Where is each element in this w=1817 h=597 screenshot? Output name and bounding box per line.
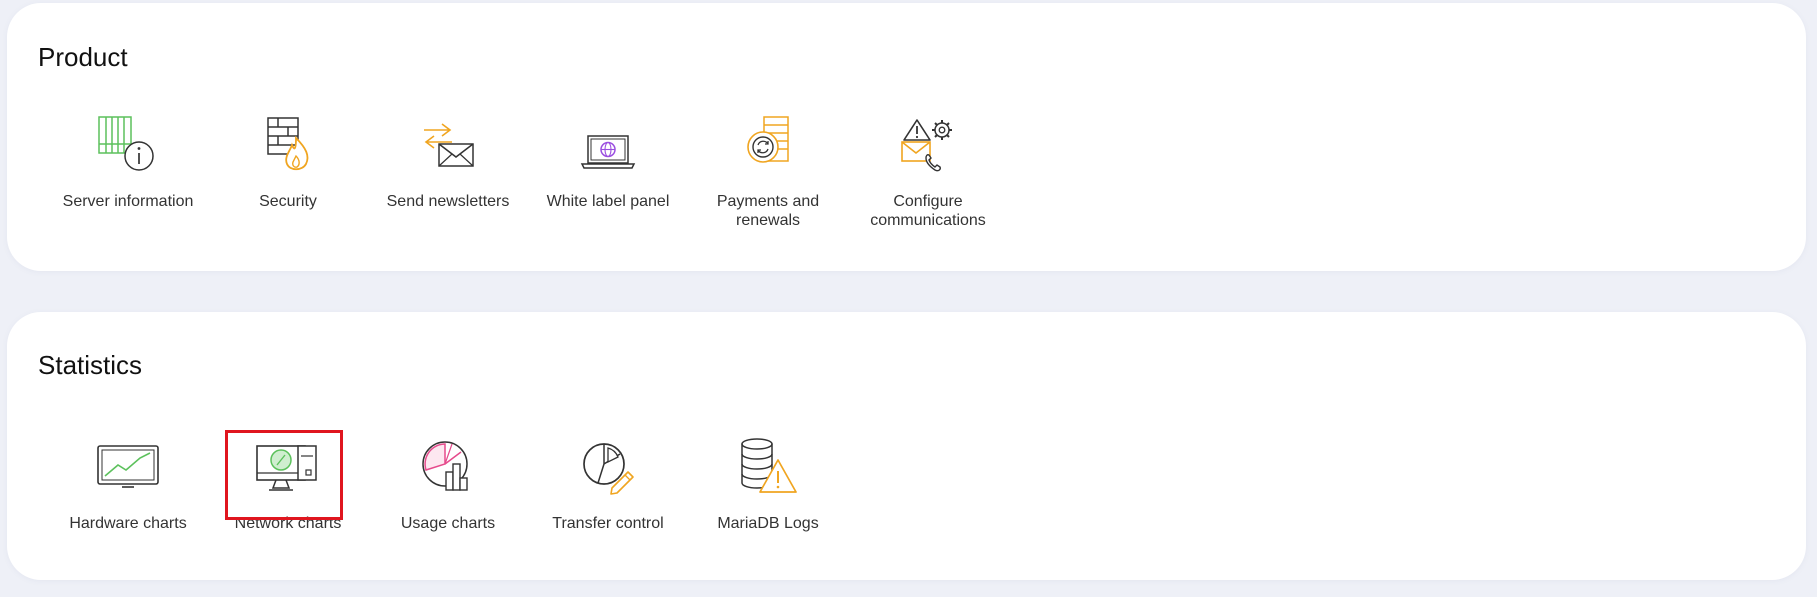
tile-network-charts[interactable]: Network charts [208,430,368,533]
firewall-icon [267,117,309,171]
tile-transfer-control[interactable]: Transfer control [528,436,688,533]
statistics-section: Statistics Hardware charts Network chart… [7,312,1806,580]
tile-mariadb-logs[interactable]: MariaDB Logs [688,436,848,533]
product-section: Product Server information Security Send… [7,3,1806,271]
tile-label: Configure communications [870,193,986,229]
tile-label: Security [259,193,317,210]
tile-configure-communications[interactable]: Configure communications [848,114,1008,230]
tile-send-newsletters[interactable]: Send newsletters [368,114,528,230]
newsletter-icon [424,123,474,167]
server-info-icon [98,116,154,171]
tile-usage-charts[interactable]: Usage charts [368,436,528,533]
tile-label: Send newsletters [386,193,510,210]
tile-label: Usage charts [400,515,496,532]
tile-payments-and-renewals[interactable]: Payments and renewals [688,114,848,230]
tile-label: White label panel [546,193,670,210]
payments-renewals-icon [747,116,789,163]
tile-label: Payments and renewals [716,193,820,229]
tile-hardware-charts[interactable]: Hardware charts [48,436,208,533]
statistics-tiles: Hardware charts Network charts Usage cha… [48,430,848,533]
tile-server-information[interactable]: Server information [48,114,208,230]
network-chart-icon [256,445,317,491]
usage-chart-icon [422,441,468,491]
tile-white-label-panel[interactable]: White label panel [528,114,688,230]
communications-config-icon [901,119,952,172]
hardware-chart-icon [97,445,159,488]
database-warning-icon [741,438,797,493]
section-title-statistics: Statistics [38,350,143,380]
tile-label: Server information [62,193,194,210]
tile-label: Transfer control [552,515,664,532]
transfer-control-icon [583,443,634,495]
tile-security[interactable]: Security [208,114,368,230]
product-tiles: Server information Security Send newslet… [48,114,1008,230]
tile-label: Hardware charts [69,515,187,532]
section-title-product: Product [38,42,128,72]
white-label-laptop-icon [580,135,636,169]
tile-label: Network charts [234,515,342,532]
tile-label: MariaDB Logs [717,515,819,532]
